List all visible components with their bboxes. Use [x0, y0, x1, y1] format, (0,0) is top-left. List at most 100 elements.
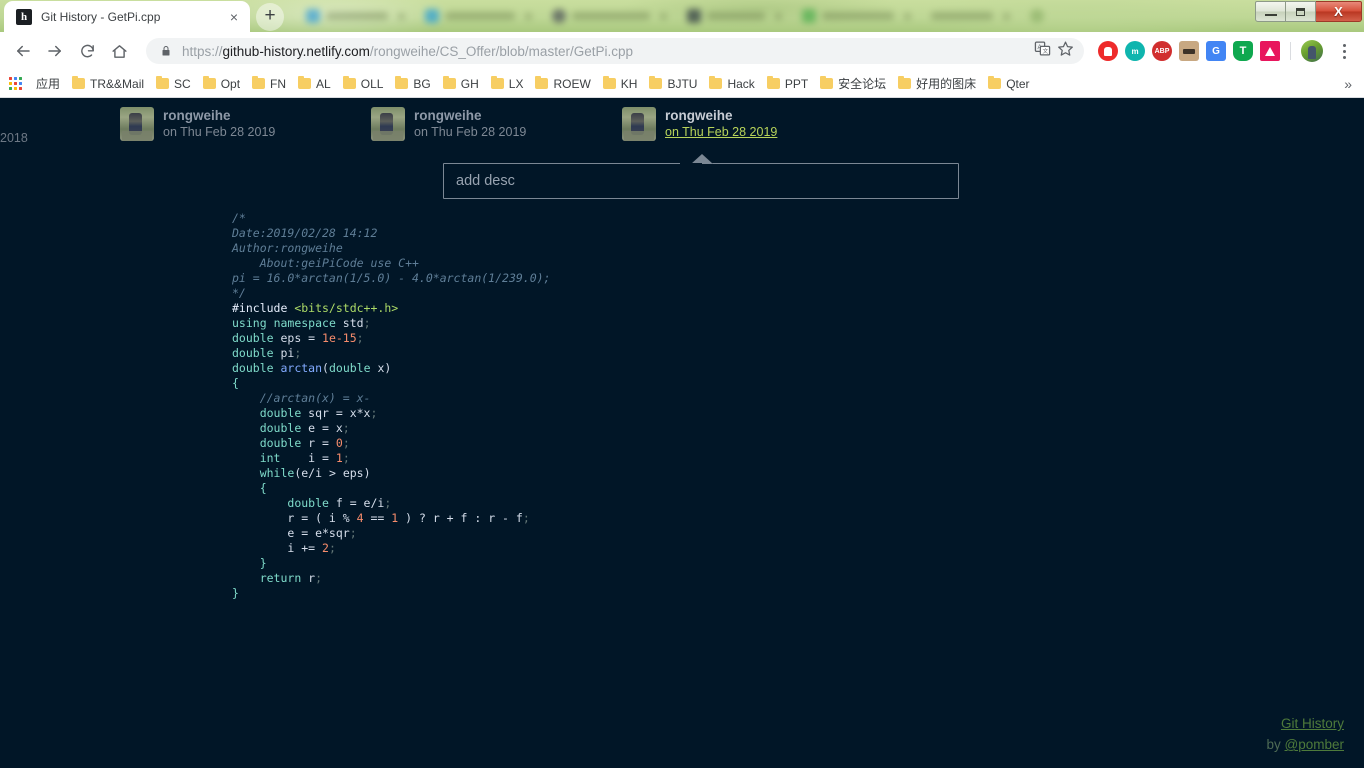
new-tab-button[interactable]: +	[256, 3, 284, 31]
commit-date[interactable]: on Thu Feb 28 2019	[414, 125, 526, 141]
code-token: using	[232, 316, 267, 330]
code-token: 2	[322, 541, 329, 555]
code-token: ;	[294, 346, 302, 360]
bookmark-label: 好用的图床	[916, 77, 977, 91]
bookmark-folder-10[interactable]: KH	[597, 75, 644, 93]
reload-button[interactable]	[72, 36, 102, 66]
background-tab-close-icon[interactable]	[525, 12, 532, 20]
adobe-acrobat-icon[interactable]	[1260, 41, 1280, 61]
bookmark-folder-5[interactable]: OLL	[337, 75, 390, 93]
fakespot-icon[interactable]	[1179, 41, 1199, 61]
code-token: About:geiPiCode use C++	[232, 256, 419, 270]
background-tab-favicon	[802, 9, 816, 23]
adblock-plus-icon[interactable]: ABP	[1152, 41, 1172, 61]
code-token: r	[301, 571, 316, 585]
commit-author: rongweihe	[163, 107, 231, 123]
background-tab-close-icon[interactable]	[775, 12, 782, 20]
google-translate-icon[interactable]: G	[1206, 41, 1226, 61]
star-icon[interactable]	[1057, 40, 1074, 62]
footer-title-line: Git History	[1267, 714, 1344, 735]
background-tabs-blurred	[296, 0, 1244, 32]
background-tab[interactable]	[296, 3, 415, 29]
commit-item-2-selected[interactable]: rongweihe on Thu Feb 28 2019	[622, 107, 777, 141]
maximize-button[interactable]	[1286, 1, 1316, 22]
chrome-menu-button[interactable]	[1332, 38, 1356, 64]
close-tab-icon[interactable]: ×	[226, 9, 242, 25]
bookmark-folder-9[interactable]: ROEW	[529, 75, 596, 93]
bookmark-label: 安全论坛	[838, 77, 887, 91]
bookmark-folder-15[interactable]: 好用的图床	[892, 73, 982, 94]
code-line: Author:rongweihe	[232, 241, 343, 255]
background-tab-favicon	[425, 9, 439, 23]
background-tab[interactable]	[542, 3, 677, 29]
bookmark-folder-8[interactable]: LX	[485, 75, 530, 93]
background-tab[interactable]	[677, 3, 792, 29]
background-tab-close-icon[interactable]	[398, 12, 405, 20]
apps-grid-icon[interactable]	[9, 76, 23, 91]
git-history-link[interactable]: Git History	[1281, 716, 1344, 731]
home-button[interactable]	[104, 36, 134, 66]
bookmark-folder-14[interactable]: 安全论坛	[814, 73, 892, 94]
background-tab-close-icon[interactable]	[1003, 12, 1010, 20]
bookmark-folder-1[interactable]: SC	[150, 75, 197, 93]
commit-item-1[interactable]: rongweihe on Thu Feb 28 2019	[371, 107, 526, 141]
opera-vpn-icon[interactable]	[1098, 41, 1118, 61]
commit-item-0[interactable]: rongweihe on Thu Feb 28 2019	[120, 107, 275, 141]
bookmark-apps[interactable]: 应用	[30, 73, 66, 94]
close-window-button[interactable]: X	[1316, 1, 1362, 22]
code-token: r =	[301, 436, 336, 450]
code-token: >	[328, 466, 336, 480]
bookmark-folder-12[interactable]: Hack	[703, 75, 760, 93]
bookmarks-overflow-button[interactable]: »	[1344, 76, 1358, 92]
bookmark-folder-4[interactable]: AL	[292, 75, 337, 93]
pomber-link[interactable]: @pomber	[1285, 737, 1344, 752]
forward-button[interactable]	[40, 36, 70, 66]
commit-date[interactable]: on Thu Feb 28 2019	[163, 125, 275, 141]
avatar	[622, 107, 656, 141]
tampermonkey-icon[interactable]: T	[1233, 41, 1253, 61]
code-line: return r;	[232, 571, 322, 585]
bookmark-label: ROEW	[553, 76, 591, 91]
profile-avatar[interactable]	[1301, 40, 1323, 62]
momentum-icon[interactable]: m	[1125, 41, 1145, 61]
page-footer: Git History by @pomber	[1267, 714, 1345, 756]
address-bar[interactable]: https://github-history.netlify.com/rongw…	[146, 38, 1084, 64]
code-token: ;	[342, 421, 350, 435]
code-token: {	[259, 481, 267, 495]
bookmark-folder-6[interactable]: BG	[389, 75, 436, 93]
folder-icon	[602, 75, 616, 89]
background-tab[interactable]	[415, 3, 542, 29]
code-line: double pi;	[232, 346, 301, 360]
background-tab[interactable]	[792, 3, 921, 29]
url-text: https://github-history.netlify.com/rongw…	[182, 44, 1034, 59]
commit-date-selected[interactable]: on Thu Feb 28 2019	[665, 125, 777, 141]
commit-author: rongweihe	[665, 107, 733, 123]
background-tab-close-icon[interactable]	[660, 12, 667, 20]
background-tab[interactable]	[921, 3, 1020, 29]
code-line: int i = 1;	[232, 451, 350, 465]
bookmark-folder-13[interactable]: PPT	[761, 75, 814, 93]
bookmark-label: SC	[174, 76, 191, 91]
arrow-right-icon	[48, 45, 61, 57]
acrobat-glyph	[1265, 46, 1275, 56]
commit-meta: rongweihe on Thu Feb 28 2019	[163, 108, 275, 141]
bookmark-folder-3[interactable]: FN	[246, 75, 292, 93]
back-button[interactable]	[8, 36, 38, 66]
code-line: double eps = 1e-15;	[232, 331, 364, 345]
bookmark-folder-0[interactable]: TR&&Mail	[66, 75, 150, 93]
tab-git-history[interactable]: h Git History - GetPi.cpp ×	[4, 1, 250, 32]
commit-description-input[interactable]	[443, 163, 959, 199]
background-tab[interactable]	[1020, 3, 1054, 29]
background-tab-close-icon[interactable]	[904, 12, 911, 20]
translate-icon[interactable]: A 文	[1034, 40, 1051, 62]
code-token: (	[322, 361, 329, 375]
bookmark-folder-11[interactable]: BJTU	[643, 75, 703, 93]
bookmark-folder-2[interactable]: Opt	[197, 75, 246, 93]
code-token: ;	[315, 571, 323, 585]
commit-meta: rongweihe on Thu Feb 28 2019	[665, 108, 777, 141]
minimize-button[interactable]	[1255, 1, 1286, 22]
bookmark-folder-7[interactable]: GH	[437, 75, 485, 93]
bookmark-folder-16[interactable]: Qter	[982, 75, 1035, 93]
